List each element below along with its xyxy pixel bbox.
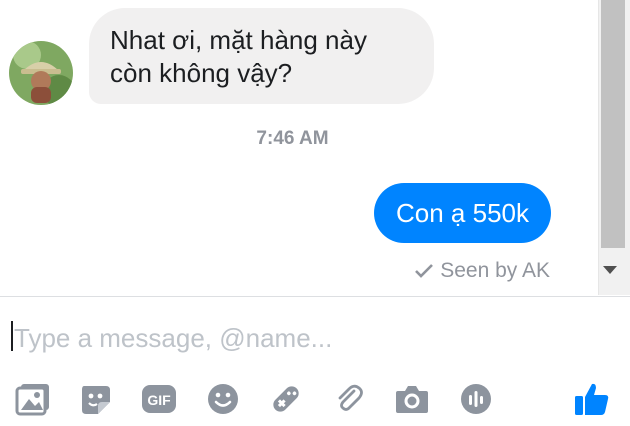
sticker-icon <box>82 386 110 414</box>
avatar-image <box>9 41 73 105</box>
message-line: còn không vậy? <box>110 58 293 88</box>
input-placeholder: Type a message, @name... <box>14 323 333 353</box>
gif-icon: GIF <box>142 385 176 413</box>
camera-button[interactable] <box>392 379 432 419</box>
gif-label: GIF <box>147 392 171 408</box>
sticker-button[interactable] <box>76 379 116 419</box>
attach-file-button[interactable] <box>329 379 369 419</box>
seen-label: Seen by AK <box>440 259 550 282</box>
voice-clip-button[interactable] <box>456 379 496 419</box>
message-input[interactable]: Type a message, @name... <box>0 297 600 367</box>
image-icon <box>15 384 49 416</box>
camera-icon <box>396 386 428 413</box>
scrollbar[interactable] <box>598 0 630 295</box>
send-like-button[interactable] <box>572 379 612 419</box>
composer-toolbar: GIF <box>0 379 630 419</box>
message-thread: Nhat ơi, mặt hàng này còn không vậy? 7:4… <box>0 0 600 295</box>
message-line: Nhat ơi, mặt hàng này <box>110 25 367 55</box>
outgoing-message-bubble[interactable]: Con ạ 550k <box>374 183 551 243</box>
message-timestamp: 7:46 AM <box>256 128 329 149</box>
voice-clip-icon <box>461 384 491 414</box>
scroll-down-arrow-icon[interactable] <box>603 266 617 274</box>
game-button[interactable] <box>266 379 306 419</box>
add-photo-button[interactable] <box>13 379 53 419</box>
game-controller-icon <box>273 386 299 412</box>
text-caret <box>11 321 13 351</box>
emoji-button[interactable] <box>203 379 243 419</box>
checkmark-icon <box>415 264 434 278</box>
seen-status: Seen by AK <box>414 259 550 283</box>
gif-button[interactable]: GIF <box>139 379 179 419</box>
emoji-icon <box>208 384 238 414</box>
scrollbar-thumb[interactable] <box>601 0 625 248</box>
thumbs-up-icon <box>575 383 609 415</box>
contact-avatar[interactable] <box>9 41 73 105</box>
paperclip-icon <box>338 384 363 411</box>
message-composer: Type a message, @name... GIF <box>0 296 630 426</box>
incoming-message-bubble[interactable]: Nhat ơi, mặt hàng này còn không vậy? <box>89 8 434 104</box>
